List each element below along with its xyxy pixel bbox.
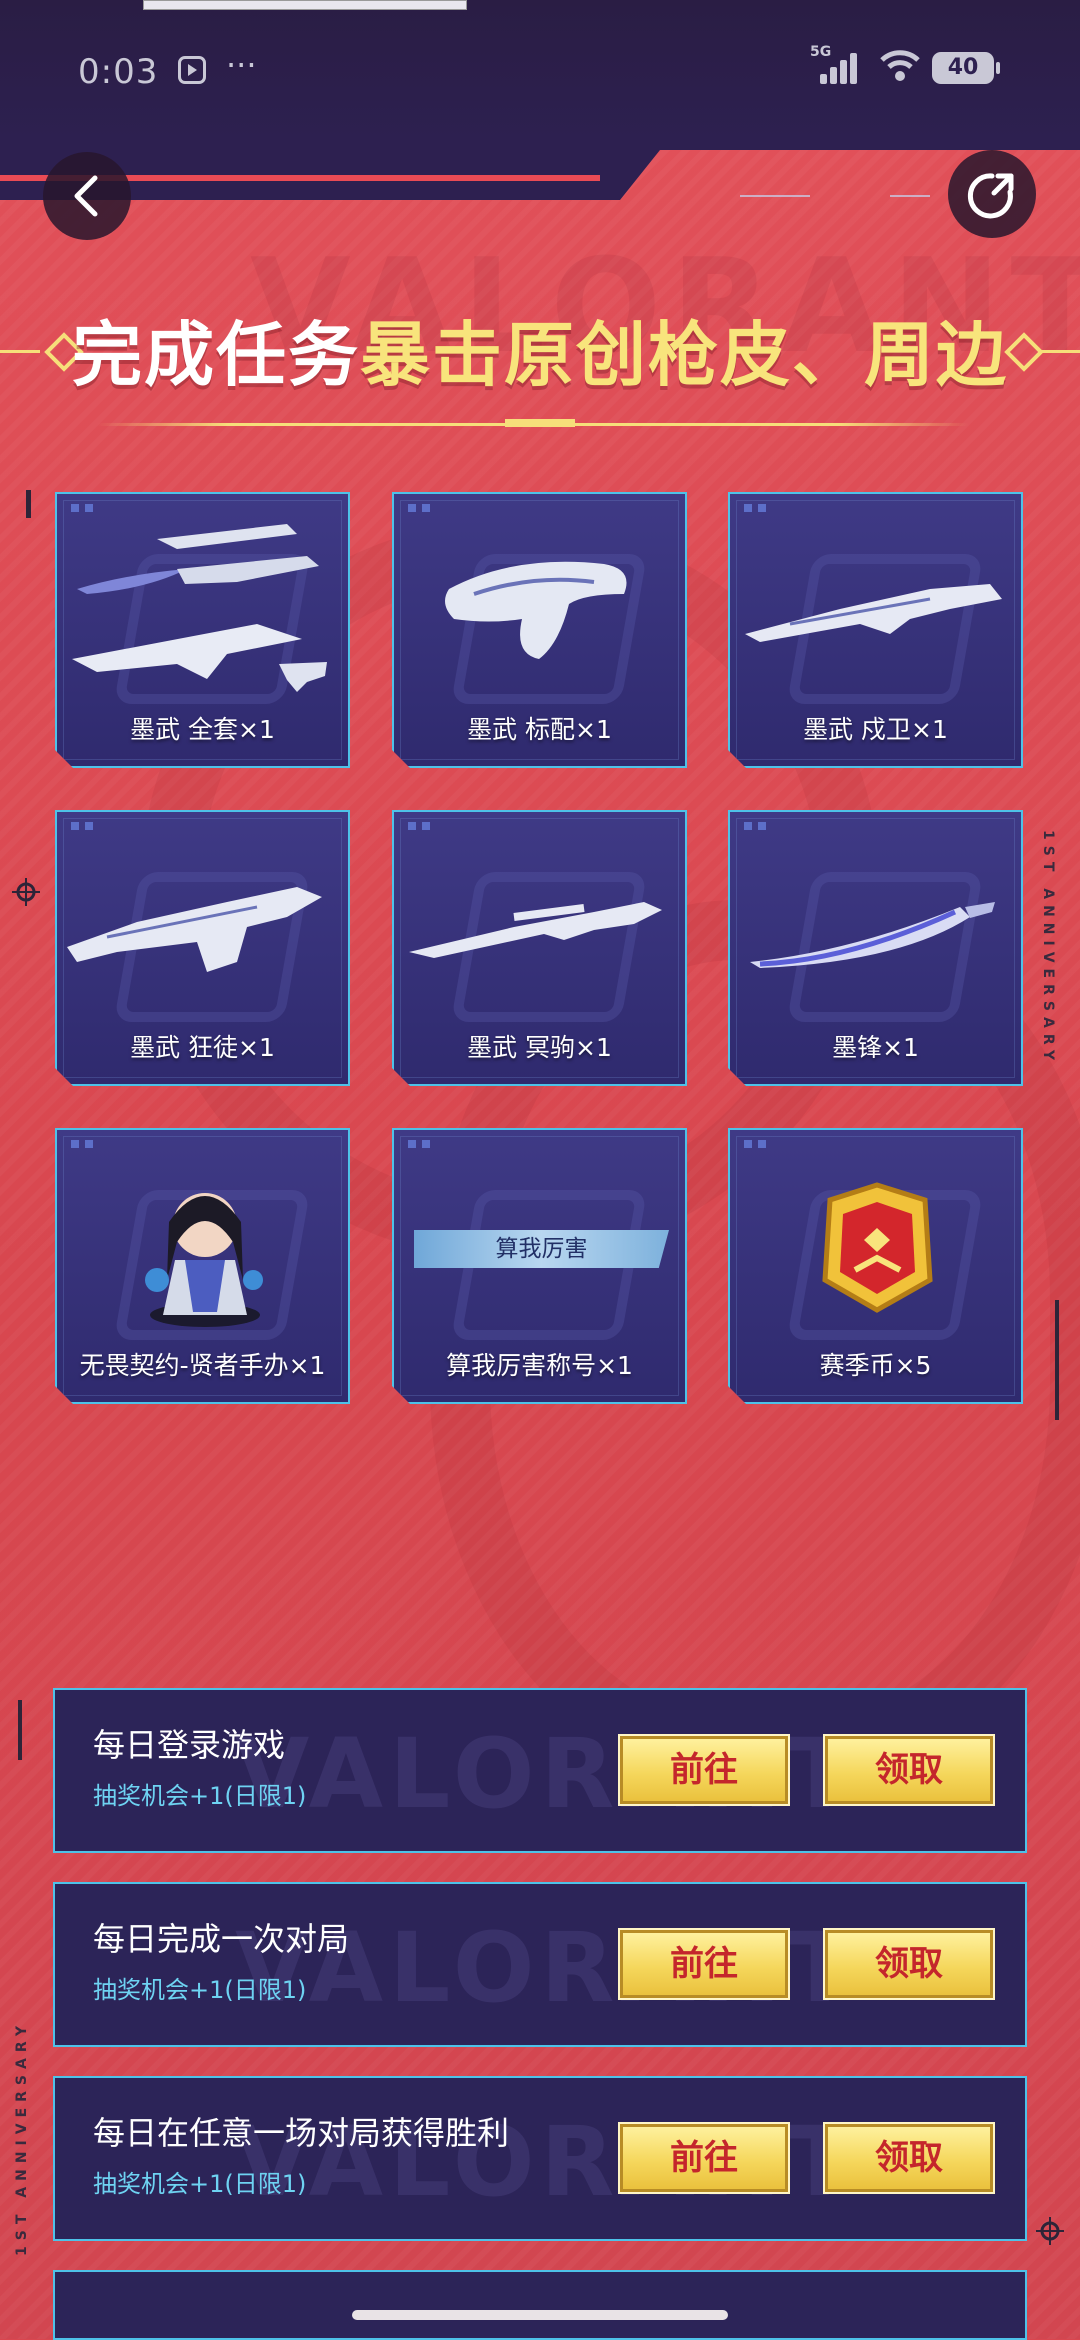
- claim-button[interactable]: 领取: [823, 1734, 995, 1806]
- prize-label: 算我厉害称号×1: [446, 1351, 633, 1380]
- task-reward: 抽奖机会+1(日限1): [93, 1976, 307, 2004]
- status-time: 0:03: [78, 52, 159, 92]
- task-reward: 抽奖机会+1(日限1): [93, 1782, 307, 1810]
- go-button[interactable]: 前往: [618, 1928, 790, 2000]
- battery-indicator: 40: [932, 52, 994, 84]
- title-side-line: [1040, 350, 1080, 353]
- prize-card: 墨武 标配×1: [392, 492, 687, 768]
- back-button[interactable]: [43, 152, 131, 240]
- media-indicator-icon: [178, 56, 206, 84]
- home-indicator[interactable]: [352, 2310, 728, 2320]
- prize-card: 墨武 冥驹×1: [392, 810, 687, 1086]
- battery-tip: [996, 62, 1000, 74]
- crosshair-icon: [12, 878, 40, 906]
- claim-button[interactable]: 领取: [823, 1928, 995, 2000]
- prize-card: 无畏契约-贤者手办×1: [55, 1128, 350, 1404]
- prize-label: 墨武 戍卫×1: [803, 715, 948, 744]
- task-row: VALORANT 每日完成一次对局 抽奖机会+1(日限1) 前往 领取: [53, 1882, 1027, 2047]
- status-bar: 0:03 ··· 5G 40: [0, 40, 1080, 100]
- top-tab: [143, 0, 467, 10]
- task-title: 每日登录游戏: [93, 1726, 286, 1764]
- share-icon: [967, 173, 1014, 219]
- task-row-partial: [53, 2270, 1027, 2340]
- header-deco-line: [890, 195, 930, 197]
- side-deco: [26, 490, 31, 518]
- go-button[interactable]: 前往: [618, 2122, 790, 2194]
- prize-card: 算我厉害 算我厉害称号×1: [392, 1128, 687, 1404]
- prize-label: 赛季币×5: [819, 1351, 932, 1380]
- header-deco-line: [740, 195, 810, 197]
- share-button[interactable]: [948, 150, 1036, 238]
- title-part-2: 暴击原创枪皮、周边: [360, 314, 1008, 396]
- wifi-icon: [880, 50, 920, 81]
- task-row: VALORANT 每日登录游戏 抽奖机会+1(日限1) 前往 领取: [53, 1688, 1027, 1853]
- prize-label: 墨武 标配×1: [467, 715, 612, 744]
- task-reward: 抽奖机会+1(日限1): [93, 2170, 307, 2198]
- title-banner: 算我厉害: [414, 1230, 669, 1268]
- chevron-left-icon: [74, 175, 98, 217]
- side-deco: [18, 1700, 22, 1760]
- task-title: 每日在任意一场对局获得胜利: [93, 2114, 510, 2152]
- title-underline-mark: [505, 419, 575, 427]
- claim-button[interactable]: 领取: [823, 2122, 995, 2194]
- side-anniversary-text-left: 1ST ANNIVERSARY: [14, 2020, 30, 2256]
- prize-label: 墨武 冥驹×1: [467, 1033, 612, 1062]
- side-deco: [1055, 1300, 1059, 1420]
- task-title: 每日完成一次对局: [93, 1920, 350, 1958]
- side-anniversary-text: 1ST ANNIVERSARY: [1040, 830, 1056, 1066]
- signal-icon: [820, 50, 860, 84]
- crosshair-icon: [1036, 2217, 1064, 2245]
- prize-card: 墨武 狂徒×1: [55, 810, 350, 1086]
- prize-card: 墨武 全套×1: [55, 492, 350, 768]
- go-button[interactable]: 前往: [618, 1734, 790, 1806]
- prize-card: 墨锋×1: [728, 810, 1023, 1086]
- title-part-1: 完成任务: [72, 314, 360, 396]
- prize-card: 赛季币×5: [728, 1128, 1023, 1404]
- prize-label: 墨武 全套×1: [130, 715, 275, 744]
- page-title: 完成任务暴击原创枪皮、周边: [0, 300, 1080, 410]
- more-notifications-icon: ···: [226, 46, 257, 84]
- prize-label: 无畏契约-贤者手办×1: [79, 1351, 326, 1380]
- task-row: VALORANT 每日在任意一场对局获得胜利 抽奖机会+1(日限1) 前往 领取: [53, 2076, 1027, 2241]
- prize-label: 墨武 狂徒×1: [130, 1033, 275, 1062]
- prize-label: 墨锋×1: [832, 1033, 919, 1062]
- prize-card: 墨武 戍卫×1: [728, 492, 1023, 768]
